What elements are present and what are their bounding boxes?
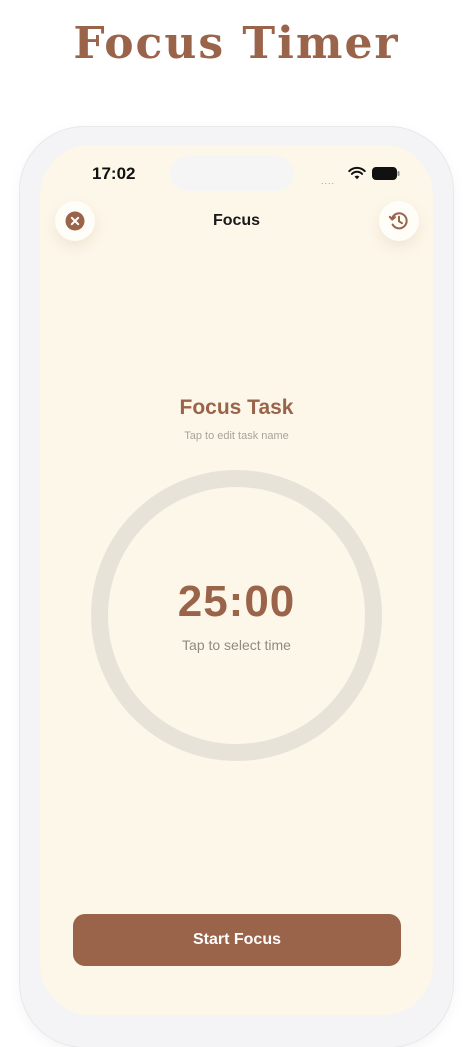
timer-value[interactable]: 25:00 bbox=[40, 577, 433, 627]
battery-icon bbox=[372, 167, 400, 180]
task-name-hint: Tap to edit task name bbox=[184, 430, 289, 442]
task-name[interactable]: Focus Task bbox=[40, 396, 433, 420]
history-icon bbox=[388, 212, 408, 230]
signal-dots: .... bbox=[321, 176, 336, 186]
history-button[interactable] bbox=[379, 201, 419, 241]
nav-title: Focus bbox=[212, 212, 261, 229]
app-screen: 17:02 .... Focus Focus Task Tap to edit … bbox=[40, 145, 433, 1015]
start-focus-button[interactable]: Start Focus bbox=[73, 914, 401, 966]
wifi-icon bbox=[348, 166, 366, 180]
dynamic-island bbox=[170, 156, 294, 191]
promo-title: Focus Timer bbox=[73, 18, 400, 69]
status-time: 17:02 bbox=[92, 164, 136, 183]
timer-hint: Tap to select time bbox=[182, 637, 291, 653]
